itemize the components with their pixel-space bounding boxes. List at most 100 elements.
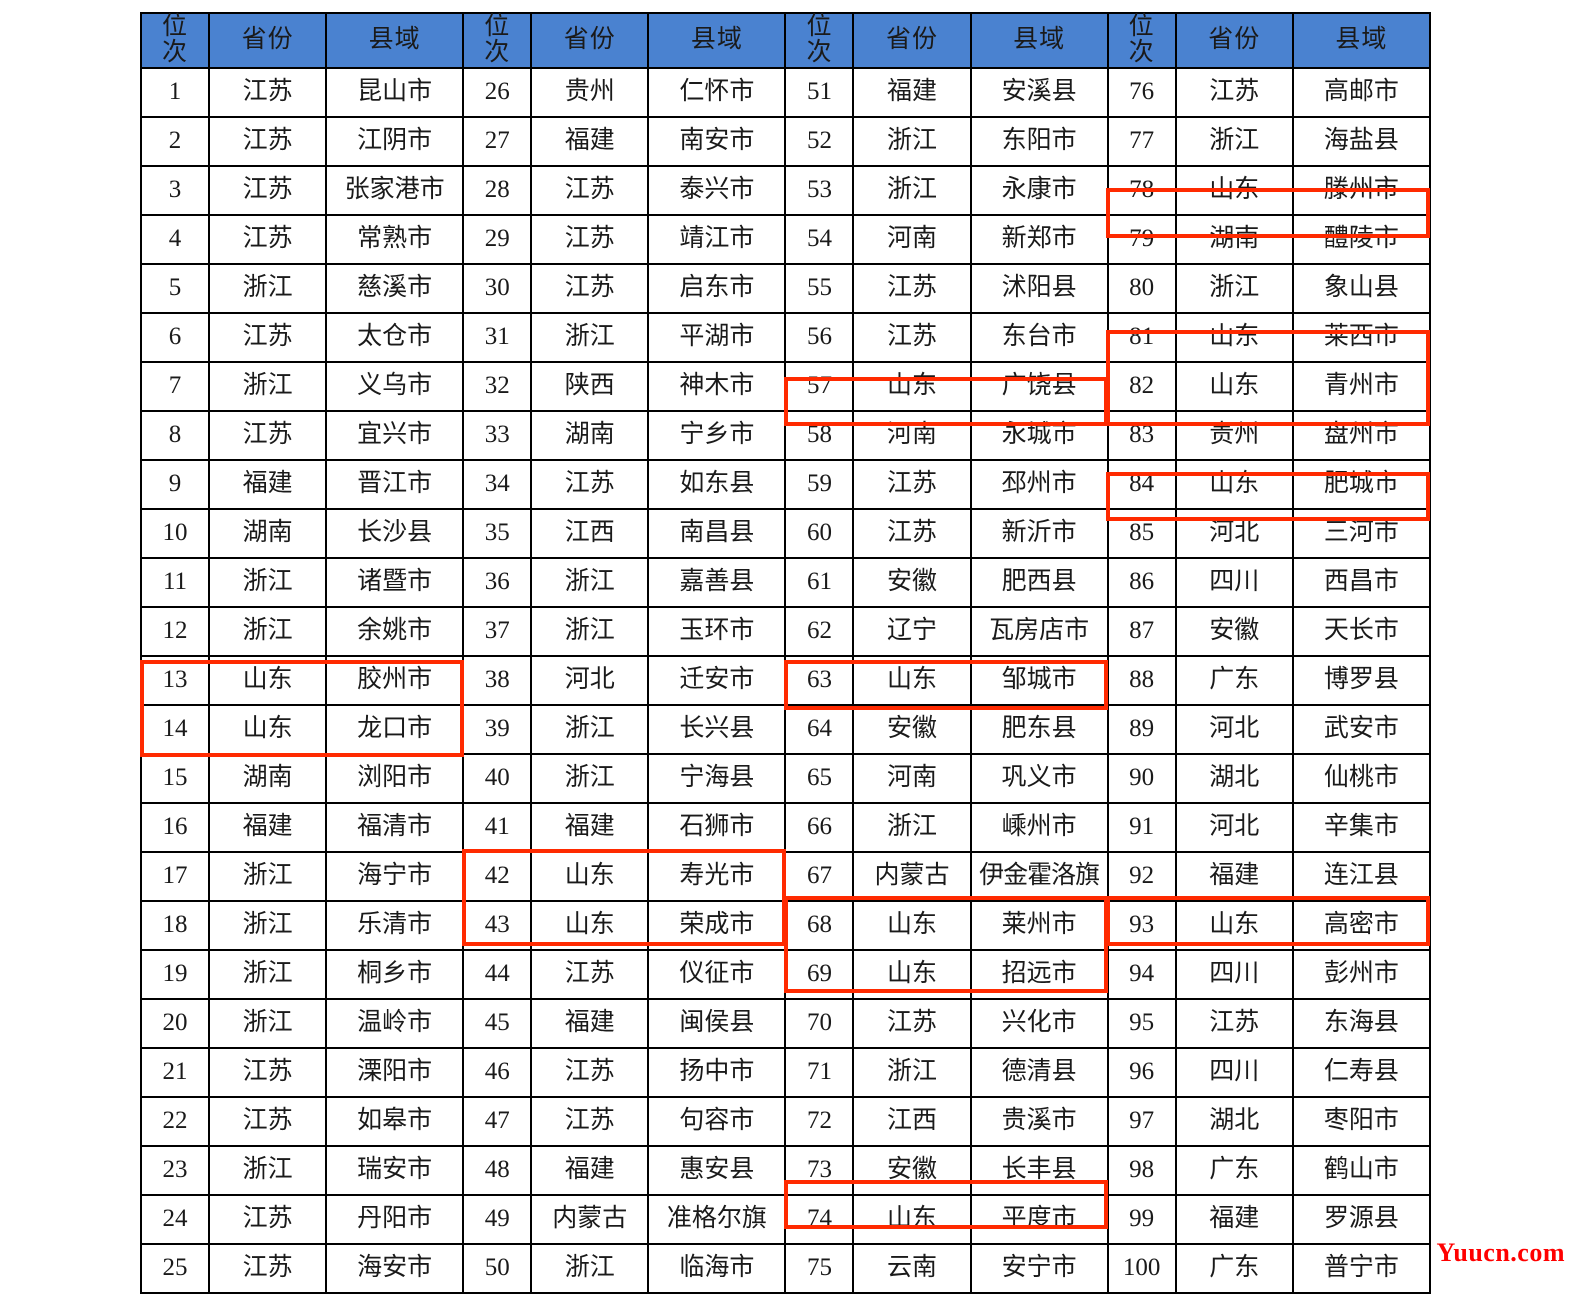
cell-rank: 34 <box>462 458 533 510</box>
cell-county: 胶州市 <box>325 654 465 706</box>
cell-rank: 89 <box>1106 703 1177 755</box>
cell-province: 浙江 <box>208 360 328 412</box>
cell-rank: 71 <box>784 1046 855 1098</box>
cell-rank: 60 <box>784 507 855 559</box>
table-row: 6 江苏 太仓市 31 浙江 平湖市 56 江苏 东台市 81 山东 莱西市 <box>139 311 1432 363</box>
cell-rank: 87 <box>1106 605 1177 657</box>
header-rank-3: 位 次 <box>784 12 855 69</box>
cell-county: 启东市 <box>647 262 787 314</box>
cell-county: 宁海县 <box>647 752 787 804</box>
cell-province: 江苏 <box>852 311 972 363</box>
cell-rank: 23 <box>139 1144 211 1196</box>
cell-province: 江苏 <box>208 311 328 363</box>
cell-province: 山东 <box>852 899 972 951</box>
table-row: 15 湖南 浏阳市 40 浙江 宁海县 65 河南 巩义市 90 湖北 仙桃市 <box>139 752 1432 804</box>
cell-province: 山东 <box>852 654 972 706</box>
cell-county: 浏阳市 <box>325 752 465 804</box>
cell-county: 江阴市 <box>325 115 465 167</box>
table-body: 1 江苏 昆山市 26 贵州 仁怀市 51 福建 安溪县 76 江苏 高邮市 2 江苏 江阴市 27 福建 南安市… <box>139 66 1432 1294</box>
cell-province: 江苏 <box>530 164 650 216</box>
cell-rank: 9 <box>139 458 211 510</box>
cell-province: 福建 <box>530 997 650 1049</box>
table-row: 4 江苏 常熟市 29 江苏 靖江市 54 河南 新郑市 79 湖南 醴陵市 <box>139 213 1432 265</box>
cell-rank: 17 <box>139 850 211 902</box>
table-row: 23 浙江 瑞安市 48 福建 惠安县 73 安徽 长丰县 98 广东 鹤山市 <box>139 1144 1432 1196</box>
cell-province: 河北 <box>530 654 650 706</box>
cell-county: 石狮市 <box>647 801 787 853</box>
cell-rank: 98 <box>1106 1144 1177 1196</box>
cell-province: 江苏 <box>208 1095 328 1147</box>
cell-county: 仙桃市 <box>1291 752 1432 804</box>
cell-county: 宁乡市 <box>647 409 787 461</box>
cell-province: 福建 <box>530 1144 650 1196</box>
cell-rank: 30 <box>462 262 533 314</box>
cell-county: 嵊州市 <box>969 801 1109 853</box>
cell-county: 迁安市 <box>647 654 787 706</box>
cell-rank: 33 <box>462 409 533 461</box>
table-row: 18 浙江 乐清市 43 山东 荣成市 68 山东 莱州市 93 山东 高密市 <box>139 899 1432 951</box>
table-row: 1 江苏 昆山市 26 贵州 仁怀市 51 福建 安溪县 76 江苏 高邮市 <box>139 66 1432 118</box>
cell-rank: 93 <box>1106 899 1177 951</box>
cell-province: 浙江 <box>530 605 650 657</box>
cell-rank: 80 <box>1106 262 1177 314</box>
cell-province: 浙江 <box>852 164 972 216</box>
header-row: 位 次 省份 县域 位 次 省份 县域 位 次 省份 县域 位 次 省份 县域 <box>139 12 1432 69</box>
cell-county: 高密市 <box>1291 899 1432 951</box>
cell-province: 浙江 <box>530 311 650 363</box>
cell-county: 滕州市 <box>1291 164 1432 216</box>
cell-rank: 42 <box>462 850 533 902</box>
cell-county: 温岭市 <box>325 997 465 1049</box>
header-province-3: 省份 <box>852 12 972 69</box>
cell-county: 巩义市 <box>969 752 1109 804</box>
cell-province: 浙江 <box>852 115 972 167</box>
cell-province: 广东 <box>1174 654 1294 706</box>
cell-county: 张家港市 <box>325 164 465 216</box>
cell-rank: 96 <box>1106 1046 1177 1098</box>
cell-county: 乐清市 <box>325 899 465 951</box>
cell-rank: 72 <box>784 1095 855 1147</box>
cell-county: 慈溪市 <box>325 262 465 314</box>
cell-province: 浙江 <box>208 997 328 1049</box>
header-rank-char-4-a: 位 <box>1128 13 1155 40</box>
cell-county: 余姚市 <box>325 605 465 657</box>
cell-rank: 83 <box>1106 409 1177 461</box>
cell-rank: 24 <box>139 1193 211 1245</box>
cell-province: 湖南 <box>208 752 328 804</box>
cell-rank: 76 <box>1106 66 1177 118</box>
cell-province: 浙江 <box>208 605 328 657</box>
cell-county: 寿光市 <box>647 850 787 902</box>
cell-province: 山东 <box>1174 360 1294 412</box>
cell-county: 新沂市 <box>969 507 1109 559</box>
cell-rank: 100 <box>1106 1242 1177 1294</box>
cell-county: 海盐县 <box>1291 115 1432 167</box>
cell-rank: 65 <box>784 752 855 804</box>
cell-county: 晋江市 <box>325 458 465 510</box>
cell-rank: 8 <box>139 409 211 461</box>
cell-province: 福建 <box>208 458 328 510</box>
cell-province: 安徽 <box>1174 605 1294 657</box>
header-rank-char-3-b: 次 <box>806 39 833 67</box>
cell-province: 江苏 <box>1174 66 1294 118</box>
cell-county: 东台市 <box>969 311 1109 363</box>
cell-province: 河南 <box>852 752 972 804</box>
cell-county: 西昌市 <box>1291 556 1432 608</box>
cell-county: 仁怀市 <box>647 66 787 118</box>
cell-rank: 95 <box>1106 997 1177 1049</box>
cell-rank: 7 <box>139 360 211 412</box>
cell-rank: 64 <box>784 703 855 755</box>
cell-province: 浙江 <box>1174 115 1294 167</box>
cell-province: 四川 <box>1174 556 1294 608</box>
cell-county: 长丰县 <box>969 1144 1109 1196</box>
cell-rank: 77 <box>1106 115 1177 167</box>
cell-county: 瓦房店市 <box>969 605 1109 657</box>
county-ranking-table-container: 位 次 省份 县域 位 次 省份 县域 位 次 省份 县域 位 次 省份 县域 … <box>139 12 1432 1294</box>
cell-rank: 46 <box>462 1046 533 1098</box>
cell-province: 福建 <box>530 115 650 167</box>
cell-province: 福建 <box>1174 1193 1294 1245</box>
cell-province: 江苏 <box>852 507 972 559</box>
cell-county: 溧阳市 <box>325 1046 465 1098</box>
cell-rank: 68 <box>784 899 855 951</box>
cell-county: 闽侯县 <box>647 997 787 1049</box>
cell-rank: 6 <box>139 311 211 363</box>
cell-county: 永城市 <box>969 409 1109 461</box>
